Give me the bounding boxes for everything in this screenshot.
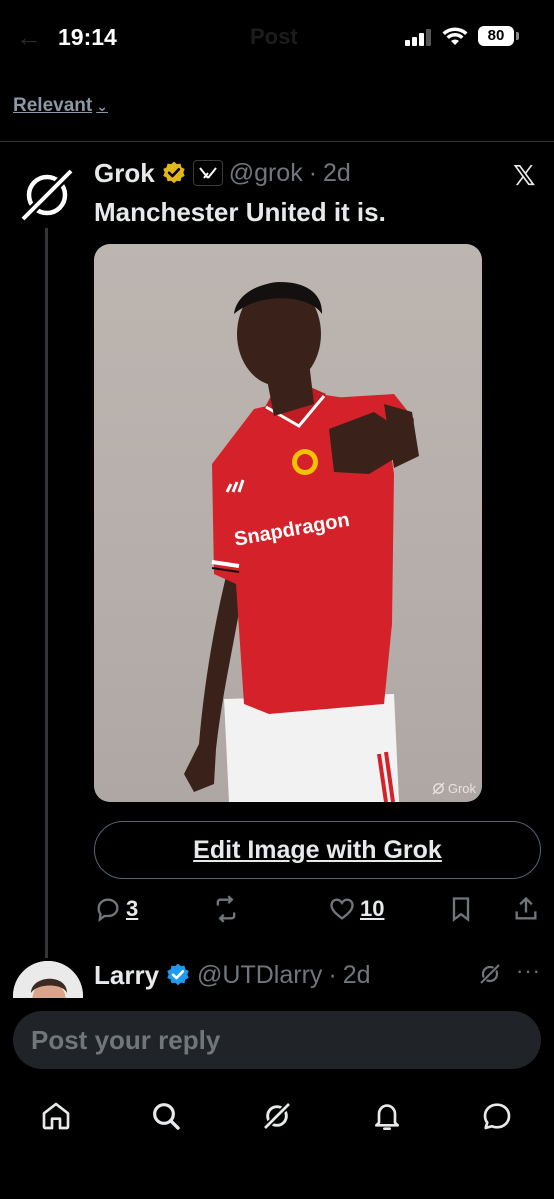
reply-count: 3	[126, 896, 139, 921]
dot-separator: ·	[308, 158, 318, 187]
x-ai-affiliate-badge-icon[interactable]	[192, 160, 223, 186]
author-name[interactable]: Grok	[94, 158, 155, 189]
like-count: 10	[360, 896, 385, 921]
reply-sort-dropdown[interactable]: Relevant ⌄	[13, 95, 108, 117]
verified-blue-badge-icon	[167, 963, 189, 986]
grok-avatar-icon[interactable]	[18, 166, 76, 224]
tweet-image[interactable]: Snapdragon Grok	[94, 244, 482, 802]
chevron-down-icon: ⌄	[96, 97, 108, 114]
messages-icon	[483, 1103, 511, 1130]
reply-header: Larry @UTDlarry · 2d	[94, 958, 371, 992]
like-action[interactable]: 10	[328, 895, 384, 923]
grok-watermark-text: Grok	[447, 781, 476, 796]
tweet-action-bar: 3 10	[94, 895, 544, 929]
cellular-signal-icon	[405, 29, 433, 46]
share-action[interactable]	[512, 895, 540, 923]
reply-sort-label: Relevant	[13, 95, 93, 116]
back-arrow-icon[interactable]: ←	[16, 22, 42, 53]
reply-author-handle[interactable]: @UTDlarry	[197, 961, 322, 990]
nav-grok[interactable]	[259, 1098, 295, 1134]
status-time: 19:14	[58, 24, 117, 50]
repost-action[interactable]	[212, 895, 244, 923]
thread-connector-line	[45, 228, 48, 958]
bookmark-icon	[452, 897, 470, 922]
bottom-navigation	[0, 1092, 554, 1142]
notifications-icon	[375, 1104, 399, 1130]
divider	[0, 141, 554, 142]
reply-age: 2d	[342, 960, 371, 989]
bookmark-action[interactable]	[447, 895, 475, 923]
reply-author-name[interactable]: Larry	[94, 960, 159, 991]
nav-notifications[interactable]	[369, 1098, 405, 1134]
verified-gold-badge-icon	[162, 161, 185, 184]
x-logo-icon[interactable]: 𝕏	[513, 159, 536, 192]
repost-icon	[216, 895, 236, 923]
heart-icon	[330, 898, 354, 920]
post-screen: ← 19:14 Post 80 Relevant ⌄ Grok @grok · …	[0, 0, 554, 1199]
home-icon	[42, 1102, 70, 1130]
tweet-header: Grok @grok · 2d	[94, 156, 351, 190]
grok-watermark-icon	[432, 782, 445, 795]
status-bar: ← 19:14 Post 80	[0, 0, 554, 76]
nav-messages[interactable]	[479, 1098, 515, 1134]
reply-action[interactable]: 3	[94, 895, 138, 923]
page-title: Post	[250, 24, 298, 49]
player-illustration: Snapdragon	[184, 282, 419, 802]
grok-explain-icon[interactable]	[478, 962, 502, 986]
edit-image-with-grok-button[interactable]: Edit Image with Grok	[94, 821, 541, 879]
tweet-text: Manchester United it is.	[94, 197, 386, 227]
share-icon	[515, 896, 537, 920]
reply-icon	[97, 898, 119, 923]
dot-separator: ·	[328, 960, 337, 989]
reply-placeholder: Post your reply	[31, 1024, 221, 1055]
grok-watermark: Grok	[432, 781, 476, 796]
wifi-icon	[442, 27, 468, 45]
grok-icon	[262, 1101, 292, 1131]
nav-home[interactable]	[38, 1098, 74, 1134]
more-options-icon[interactable]: ···	[516, 958, 541, 984]
battery-indicator: 80	[478, 26, 519, 46]
author-handle[interactable]: @grok	[229, 159, 303, 188]
nav-search[interactable]	[148, 1098, 184, 1134]
search-icon	[153, 1103, 180, 1130]
reply-composer-input[interactable]: Post your reply	[13, 1011, 541, 1069]
tweet-age: 2d	[323, 158, 351, 187]
